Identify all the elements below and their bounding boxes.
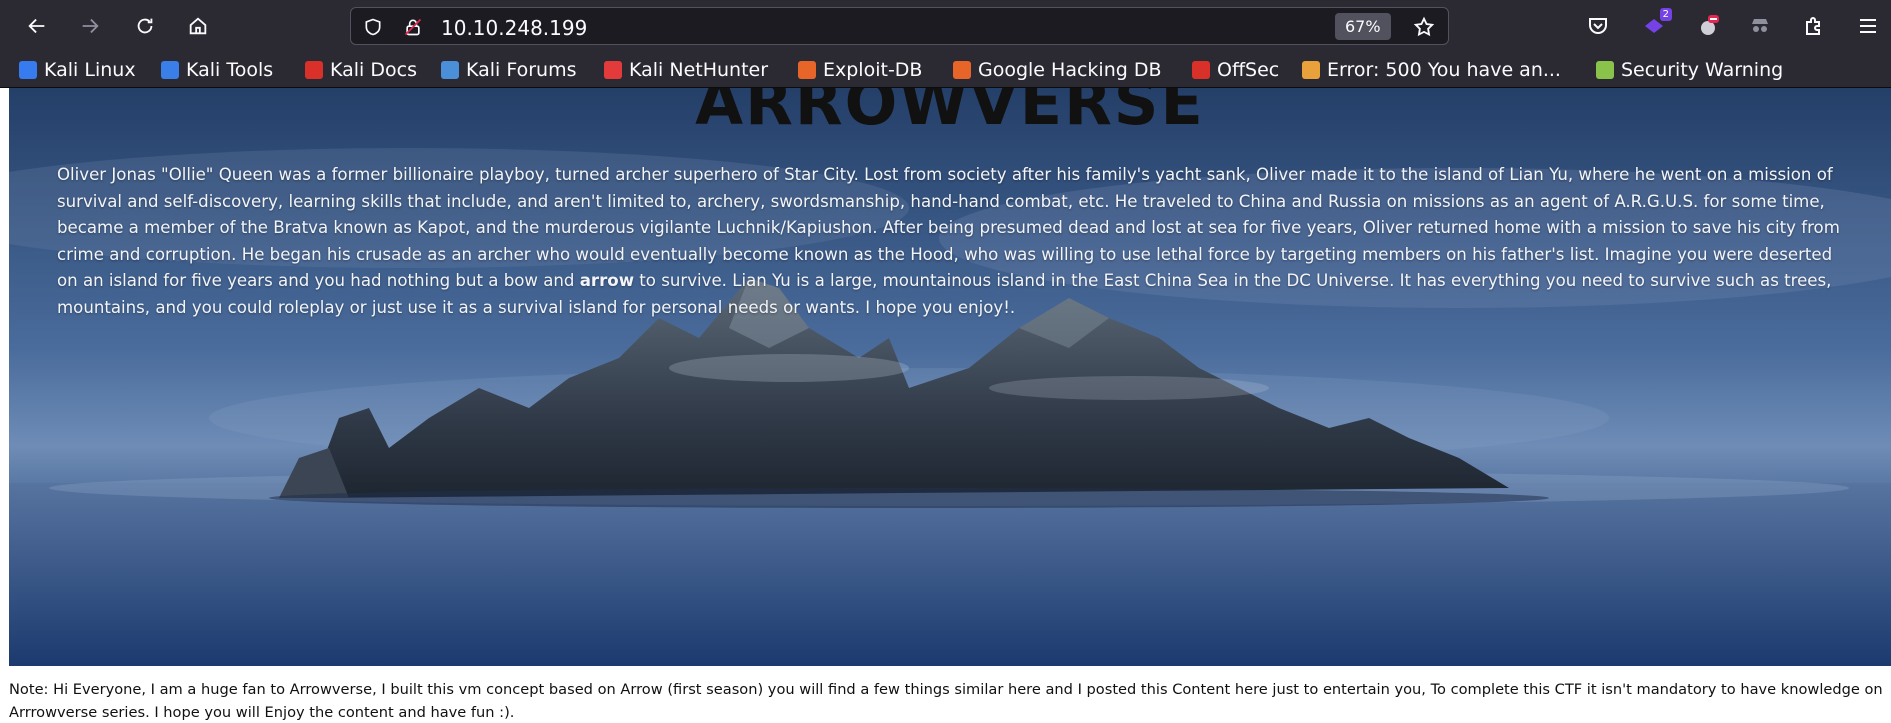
bookmark-google-hacking-db[interactable]: Google Hacking DB	[953, 57, 1162, 83]
page-title: ARROWVERSE	[695, 88, 1205, 139]
bookmark-security-warning[interactable]: Security Warning	[1596, 57, 1783, 83]
spy-icon	[1752, 19, 1768, 32]
bookmark-kali-docs[interactable]: Kali Docs	[305, 57, 417, 83]
kali-docs-icon	[305, 61, 323, 79]
bookmark-label: Google Hacking DB	[978, 59, 1162, 81]
bookmark-offsec[interactable]: OffSec	[1192, 57, 1279, 83]
menu-button[interactable]	[1854, 12, 1882, 40]
pocket-icon	[1589, 18, 1607, 34]
bookmark-label: Kali Forums	[466, 59, 577, 81]
hero-paragraph: Oliver Jonas "Ollie" Queen was a former …	[57, 162, 1857, 321]
kali-tools-icon	[161, 61, 179, 79]
bookmark-label: Kali Tools	[186, 59, 274, 81]
bookmark-label: Kali Docs	[330, 59, 417, 81]
extension-badge: 2	[1659, 8, 1672, 21]
offsec-icon	[1192, 61, 1210, 79]
puzzle-icon	[1806, 17, 1820, 35]
bookmark-star-icon[interactable]	[1413, 16, 1435, 38]
pocket-button[interactable]	[1584, 12, 1612, 40]
bookmark-kali-tools[interactable]: Kali Tools	[161, 57, 273, 83]
kali-dragon-icon	[19, 61, 37, 79]
bookmark-label: Exploit-DB	[823, 59, 923, 81]
bookmark-label: Security Warning	[1621, 59, 1784, 81]
bookmarks-toolbar: Kali Linux Kali Tools Kali Docs Kali For…	[0, 52, 1891, 88]
extension-button-blocker[interactable]	[1694, 12, 1722, 40]
extension-button-spy[interactable]	[1746, 12, 1774, 40]
exploit-db-icon	[798, 61, 816, 79]
insecure-lock-icon[interactable]	[403, 17, 423, 37]
extensions-button[interactable]	[1800, 12, 1828, 40]
reload-icon	[137, 18, 153, 34]
browser-toolbar: 10.10.248.199 67% 2	[0, 0, 1891, 52]
bookmark-label: Kali NetHunter	[629, 59, 769, 81]
bookmark-label: Error: 500 You have an...	[1327, 59, 1561, 81]
url-text[interactable]: 10.10.248.199	[441, 16, 587, 40]
home-button[interactable]	[181, 9, 215, 43]
ghdb-icon	[953, 61, 971, 79]
bookmark-kali-nethunter[interactable]: Kali NetHunter	[604, 57, 768, 83]
arrow-right-icon	[82, 18, 99, 34]
page-viewport: ARROWVERSE Oliver Jonas "Ollie" Queen wa…	[0, 88, 1891, 723]
zoom-level-button[interactable]: 67%	[1335, 13, 1391, 40]
shield-icon[interactable]	[363, 17, 383, 37]
home-icon	[189, 17, 207, 35]
bookmark-error-500[interactable]: Error: 500 You have an...	[1302, 57, 1561, 83]
arrow-left-icon	[28, 18, 45, 34]
bookmark-label: OffSec	[1217, 59, 1280, 81]
hero-section: ARROWVERSE Oliver Jonas "Ollie" Queen wa…	[9, 88, 1891, 666]
forward-button[interactable]	[73, 9, 107, 43]
hero-paragraph-bold: arrow	[579, 271, 635, 290]
hamburger-menu-icon	[1860, 19, 1876, 33]
joomla-icon	[1302, 61, 1320, 79]
address-bar[interactable]: 10.10.248.199 67%	[350, 7, 1449, 45]
bookmark-exploit-db[interactable]: Exploit-DB	[798, 57, 922, 83]
nethunter-icon	[604, 61, 622, 79]
bookmark-kali-forums[interactable]: Kali Forums	[441, 57, 577, 83]
extension-button-foxyproxy[interactable]: 2	[1640, 8, 1672, 40]
kali-forums-icon	[441, 61, 459, 79]
reload-button[interactable]	[128, 9, 162, 43]
back-button[interactable]	[20, 9, 54, 43]
bookmark-label: Kali Linux	[44, 59, 136, 81]
security-warning-icon	[1596, 61, 1614, 79]
bookmark-kali-linux[interactable]: Kali Linux	[19, 57, 136, 83]
blocker-icon	[1701, 15, 1719, 35]
author-note: Note: Hi Everyone, I am a huge fan to Ar…	[9, 681, 1883, 721]
